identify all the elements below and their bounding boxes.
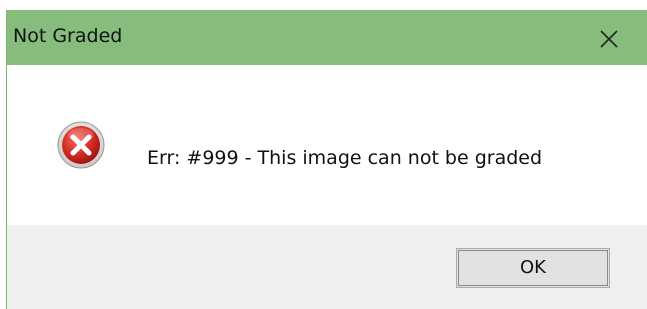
error-icon (57, 121, 105, 169)
ok-button[interactable]: OK (456, 248, 610, 288)
error-message: Err: #999 - This image can not be graded (147, 147, 543, 169)
close-icon (600, 30, 618, 48)
button-bar: OK (7, 225, 647, 309)
window-title: Not Graded (13, 25, 123, 47)
title-bar: Not Graded (7, 10, 647, 65)
dialog-content: Err: #999 - This image can not be graded (7, 65, 647, 225)
close-button[interactable] (592, 22, 624, 54)
error-dialog: Not Graded Err: #999 - This image can no… (6, 10, 647, 309)
